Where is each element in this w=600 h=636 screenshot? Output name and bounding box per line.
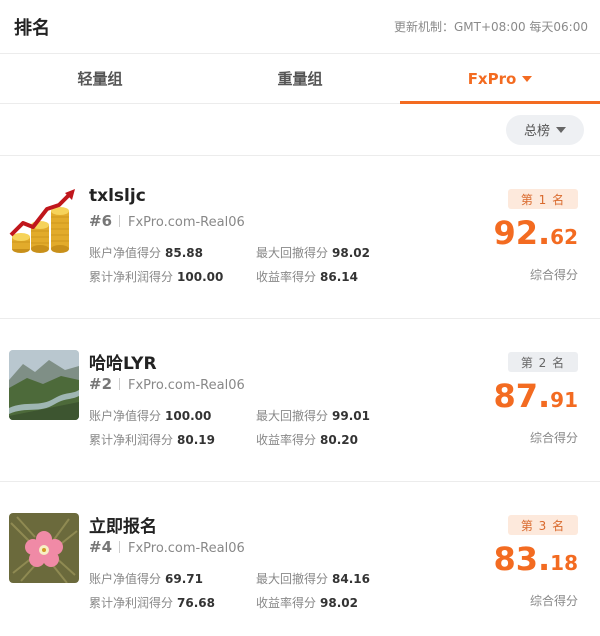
chevron-down-icon: [556, 126, 566, 133]
rank-number: #2: [89, 375, 113, 393]
equity-score: 账户净值得分 85.88: [89, 246, 203, 260]
place-badge: 第 2 名: [508, 352, 578, 372]
trader-meta: #6 FxPro.com-Real06: [89, 212, 245, 230]
account-server: FxPro.com-Real06: [128, 541, 245, 556]
trader-name[interactable]: 哈哈LYR: [89, 349, 157, 374]
tab-label: 轻量组: [77, 70, 123, 88]
divider: [119, 541, 121, 553]
equity-score: 账户净值得分 100.00: [89, 409, 212, 423]
profit-score: 累计净利润得分 76.68: [89, 596, 215, 610]
account-server: FxPro.com-Real06: [128, 215, 245, 230]
drawdown-score: 最大回撤得分 98.02: [256, 246, 370, 260]
trader-name[interactable]: 立即报名: [89, 512, 157, 537]
landscape-photo-icon: [9, 350, 79, 420]
update-info: 更新机制：GMT+08:00 每天06:00: [393, 20, 588, 34]
ranking-card[interactable]: txlsljc #6 FxPro.com-Real06 账户净值得分 85.88 …: [0, 156, 600, 319]
overall-score: 92.62: [493, 214, 578, 252]
overall-ranking-dropdown[interactable]: 总榜: [505, 114, 584, 145]
filter-row: 总榜: [0, 104, 600, 156]
profit-score: 累计净利润得分 100.00: [89, 270, 224, 284]
score-label: 综合得分: [529, 268, 578, 282]
profit-score: 累计净利润得分 80.19: [89, 433, 215, 447]
return-score: 收益率得分 86.14: [256, 270, 358, 284]
rank-number: #6: [89, 212, 113, 230]
tab-label: 重量组: [277, 70, 323, 88]
rank-number: #4: [89, 538, 113, 556]
chevron-down-icon: [522, 75, 533, 82]
place-badge: 第 3 名: [508, 515, 578, 535]
score-label: 综合得分: [529, 431, 578, 445]
divider: [119, 215, 121, 227]
equity-score: 账户净值得分 69.71: [89, 572, 203, 586]
divider: [119, 378, 121, 390]
return-score: 收益率得分 98.02: [256, 596, 358, 610]
return-score: 收益率得分 80.20: [256, 433, 358, 447]
trader-meta: #4 FxPro.com-Real06: [89, 538, 245, 556]
page-title: 排名: [14, 17, 50, 39]
pink-flower-photo-icon: [9, 513, 79, 583]
ranking-card[interactable]: 立即报名 #4 FxPro.com-Real06 账户净值得分 69.71 最大回…: [0, 482, 600, 636]
ranking-card[interactable]: 哈哈LYR #2 FxPro.com-Real06 账户净值得分 100.00 最…: [0, 319, 600, 482]
overall-score: 83.18: [493, 540, 578, 578]
place-badge: 第 1 名: [508, 189, 578, 209]
dropdown-label: 总榜: [523, 124, 550, 139]
drawdown-score: 最大回撤得分 99.01: [256, 409, 370, 423]
score-label: 综合得分: [529, 594, 578, 608]
page-header: 排名 更新机制：GMT+08:00 每天06:00: [0, 0, 600, 54]
gold-coins-chart-icon: [9, 187, 79, 257]
group-tabs: 轻量组 重量组 FxPro: [0, 54, 600, 104]
tab-heavyweight[interactable]: 重量组: [200, 54, 400, 103]
trader-name[interactable]: txlsljc: [89, 186, 146, 206]
trader-meta: #2 FxPro.com-Real06: [89, 375, 245, 393]
overall-score: 87.91: [493, 377, 578, 415]
account-server: FxPro.com-Real06: [128, 378, 245, 393]
tab-lightweight[interactable]: 轻量组: [0, 54, 200, 103]
tab-fxpro[interactable]: FxPro: [400, 54, 600, 104]
drawdown-score: 最大回撤得分 84.16: [256, 572, 370, 586]
tab-label: FxPro: [467, 69, 517, 88]
